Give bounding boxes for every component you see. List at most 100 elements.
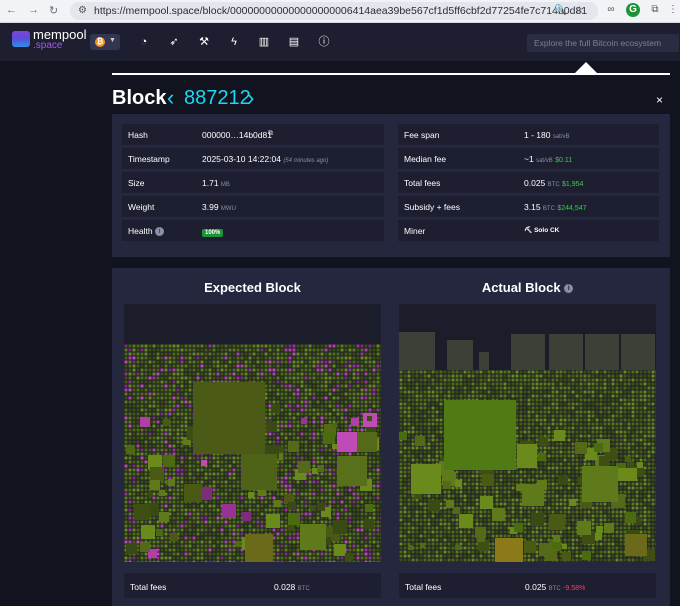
tx-tile [320,412,324,416]
close-icon[interactable]: × [656,93,663,107]
miner-value[interactable]: ⛏ Solo CK [524,226,559,234]
tx-tile [288,441,299,452]
tx-tile [220,356,224,360]
tx-tile [288,540,292,544]
tx-tile [372,500,376,504]
tx-tile [228,360,232,364]
dashboard-icon[interactable]: ◔ [137,35,151,49]
tx-tile [144,488,148,492]
tx-tile [240,556,244,560]
tx-tile [180,540,184,544]
tx-tile [260,356,264,360]
reload-icon[interactable]: ↻ [49,4,58,17]
tx-tile [300,484,304,488]
tx-tile [559,398,563,402]
tx-tile [547,422,551,426]
tx-tile [543,418,547,422]
tx-tile [543,398,547,402]
tx-tile [176,528,180,532]
mempool-logo-icon[interactable] [12,31,30,47]
tx-tile [380,492,381,496]
docs-icon[interactable]: ▤ [287,35,301,49]
tx-tile [451,394,455,398]
expected-block-svg[interactable] [124,304,381,562]
bookmark-star-icon[interactable]: ☆ [575,5,584,16]
tx-tile [156,356,160,360]
tx-tile [547,374,551,378]
tx-tile [427,406,431,410]
tx-tile [368,392,372,396]
tx-tile [619,386,623,390]
hash-value[interactable]: 000000…14b0d81 [202,130,272,140]
tx-tile [372,408,376,412]
lightning-icon[interactable]: ϟ [227,35,241,49]
tx-tile [639,378,643,382]
tx-tile [344,404,348,408]
tx-tile [252,372,256,376]
back-icon[interactable]: ← [6,4,17,16]
actual-block-visualization[interactable] [399,304,656,562]
tx-tile [148,432,152,436]
tx-tile [376,536,380,540]
copy-icon[interactable]: ⧉ [268,130,273,138]
tx-tile [320,356,324,360]
tx-tile [152,432,156,436]
url-text[interactable]: https://mempool.space/block/000000000000… [94,5,587,17]
site-info-icon[interactable]: ⚙ [78,5,87,16]
tx-tile [403,386,407,390]
rocket-icon[interactable]: ➶ [167,35,181,49]
tx-tile [136,392,140,396]
tx-tile [300,524,326,550]
tx-tile [328,548,332,552]
tx-tile [272,348,276,352]
hammer-icon[interactable]: ⚒ [197,35,211,49]
tx-tile [380,372,381,376]
tx-tile [163,455,175,467]
tx-tile [176,552,180,556]
extension-icon[interactable]: ∞ [604,3,618,17]
search-input[interactable]: Explore the full Bitcoin ecosystem [527,34,679,52]
tx-tile [336,452,340,456]
tx-tile [184,456,188,460]
tx-tile [188,376,192,380]
tx-tile [332,492,336,496]
tx-tile [288,548,292,552]
grammarly-icon[interactable]: G [626,3,640,17]
actual-block-svg[interactable] [399,304,656,562]
tx-tile [200,344,204,348]
tx-tile [535,430,539,434]
menu-dots-icon[interactable]: ⋮ [666,3,680,17]
next-block-chevron-icon[interactable]: › [247,85,254,111]
tx-tile [132,396,136,400]
expected-block-visualization[interactable] [124,304,381,562]
tx-tile [352,512,356,516]
tx-tile [192,504,196,508]
tx-tile [344,380,348,384]
logo-text[interactable]: mempool .space [33,28,86,51]
tx-tile [280,536,284,540]
tx-tile [364,496,368,500]
previous-block-chevron-icon[interactable]: ‹ [167,85,174,111]
tx-tile [579,374,583,378]
chart-icon[interactable]: ▥ [257,35,271,49]
network-selector[interactable]: ₿ ▼ [90,34,120,50]
tx-tile [356,516,360,520]
tx-tile [136,348,140,352]
info-icon[interactable]: i [564,284,574,294]
zoom-icon[interactable]: 🔍 [554,5,566,16]
tx-tile [643,426,647,430]
address-bar[interactable]: ⚙ https://mempool.space/block/0000000000… [70,2,598,20]
tx-tile [132,356,136,360]
tx-tile [567,378,571,382]
tx-tile [276,532,280,536]
tx-tile [156,372,160,376]
tx-tile [459,374,463,378]
tx-tile [208,548,212,552]
tx-tile [224,548,228,552]
tx-tile [180,488,184,492]
forward-icon[interactable]: → [28,4,39,16]
extensions-puzzle-icon[interactable]: ⧉ [648,3,662,17]
tx-tile [180,376,184,380]
info-icon[interactable]: ⓘ [317,35,331,49]
info-icon[interactable]: i [154,227,164,237]
